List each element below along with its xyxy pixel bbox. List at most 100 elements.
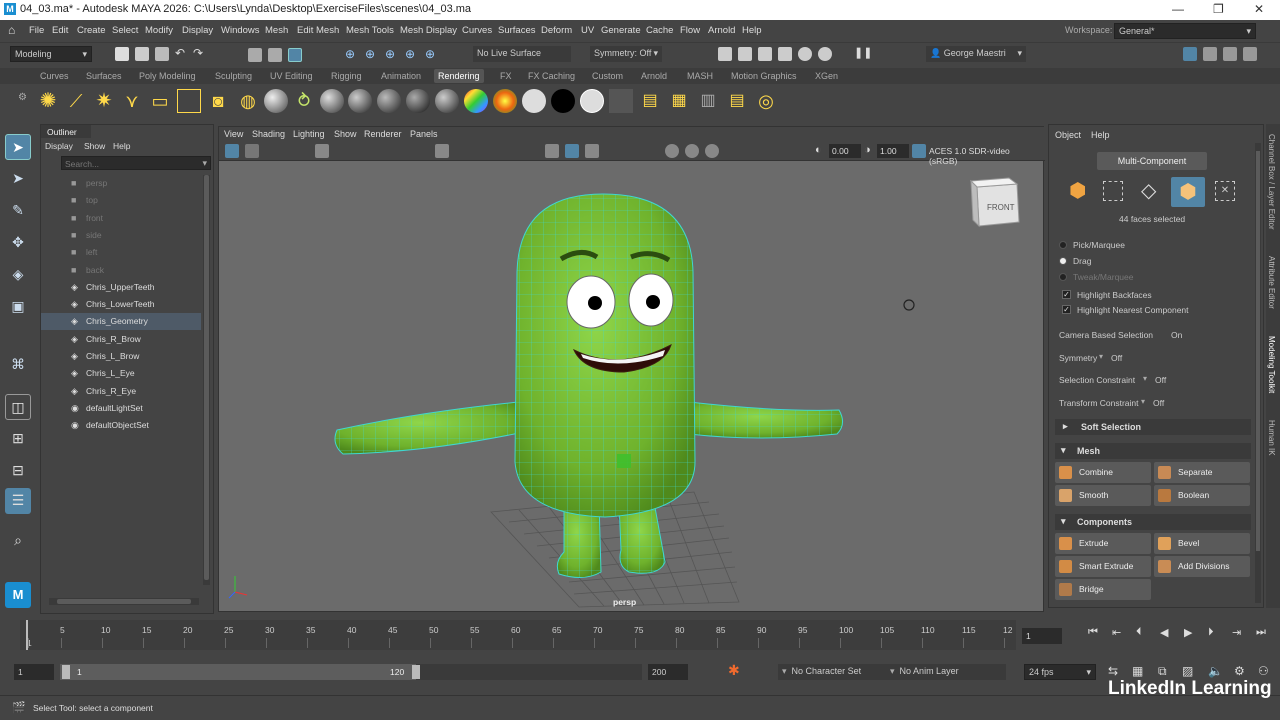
lambert-shader-icon[interactable]: ⥁ [292, 89, 316, 113]
prop-value[interactable]: Off [1111, 353, 1122, 363]
hypershade-icon[interactable] [798, 47, 812, 61]
save-scene-icon[interactable] [155, 47, 169, 61]
radio-pick-marquee[interactable] [1059, 241, 1067, 249]
symmetry-dropdown[interactable]: Symmetry: Off ▾ [590, 46, 662, 62]
checkbox-highlight-nearest-component[interactable]: ✓ [1062, 305, 1071, 314]
outliner-item-persp[interactable]: ■ persp [41, 175, 201, 192]
channel-box-toggle-icon[interactable] [1243, 47, 1257, 61]
mesh-header[interactable]: ▾ Mesh [1055, 443, 1251, 459]
prop-value[interactable]: On [1171, 330, 1182, 340]
outliner-item-defaultobjectset[interactable]: ◉ defaultObjectSet [41, 417, 201, 434]
outliner-item-front[interactable]: ■ front [41, 210, 201, 227]
spot-light-icon[interactable]: ⋎ [120, 89, 144, 113]
arnold-render-icon[interactable] [818, 47, 832, 61]
menu-edit-mesh[interactable]: Edit Mesh [297, 25, 339, 36]
outliner-item-chris_lowerteeth[interactable]: ◈ Chris_LowerTeeth [41, 296, 201, 313]
shelf-tab-custom[interactable]: Custom [592, 71, 623, 81]
shading-map-icon[interactable] [493, 89, 517, 113]
directional-light-icon[interactable]: ⟋ [64, 89, 88, 113]
menu-windows[interactable]: Windows [221, 25, 260, 36]
components-header[interactable]: ▾ Components [1055, 514, 1251, 530]
playhead[interactable] [26, 620, 28, 650]
rotate-tool-icon[interactable]: ◈ [5, 262, 31, 288]
toolkit-scrollbar[interactable] [1255, 143, 1261, 603]
shelf-tab-xgen[interactable]: XGen [815, 71, 838, 81]
bevel-button[interactable]: Bevel [1154, 533, 1250, 554]
exposure-field[interactable]: 0.00 [829, 144, 861, 158]
add-divisions-button[interactable]: Add Divisions [1154, 556, 1250, 577]
bake-icon[interactable]: ▨ [1182, 664, 1193, 678]
camera-aim-icon[interactable]: ◍ [236, 89, 260, 113]
ssao-icon[interactable] [685, 144, 699, 158]
radio-drag[interactable] [1059, 257, 1067, 265]
scale-tool-icon[interactable]: ▣ [5, 294, 31, 320]
outliner-menu-show[interactable]: Show [84, 141, 105, 151]
move-tool-icon[interactable]: ✥ [5, 230, 31, 256]
new-scene-icon[interactable] [115, 47, 129, 61]
select-tool-icon[interactable]: ➤ [5, 134, 31, 160]
outliner-item-side[interactable]: ■ side [41, 227, 201, 244]
prop-value[interactable]: Off [1153, 398, 1164, 408]
range-slider[interactable]: 1 120 [60, 664, 642, 680]
layout-outliner-icon[interactable]: ☰ [5, 488, 31, 514]
outliner-hscroll[interactable] [49, 598, 199, 605]
phong-shader-icon[interactable] [320, 89, 344, 113]
prop-value[interactable]: Off [1155, 375, 1166, 385]
undo-icon[interactable]: ↶ [175, 46, 185, 60]
animation-prefs-icon[interactable]: ⚇ [1258, 664, 1269, 678]
point-light-icon[interactable]: ✷ [92, 89, 116, 113]
combine-button[interactable]: Combine [1055, 462, 1151, 483]
menu-file[interactable]: File [29, 25, 44, 36]
shelf-tab-sculpting[interactable]: Sculpting [215, 71, 252, 81]
maya-home-icon[interactable]: M [5, 582, 31, 608]
outliner-item-chris_r_eye[interactable]: ◈ Chris_R_Eye [41, 383, 201, 400]
snap-grid-icon[interactable]: ⊕ [345, 47, 355, 61]
live-surface-field[interactable]: No Live Surface [473, 46, 571, 62]
outliner-item-chris_upperteeth[interactable]: ◈ Chris_UpperTeeth [41, 279, 201, 296]
search-icon[interactable]: ⌕ [5, 528, 31, 554]
ambient-light-icon[interactable]: ✺ [36, 89, 60, 113]
render-layer-icon[interactable]: ▤ [725, 89, 749, 113]
smooth-shade-icon[interactable] [545, 144, 559, 158]
side-tab-modeling-toolkit[interactable]: Modeling Toolkit [1267, 336, 1276, 393]
camera-select-icon[interactable] [225, 144, 239, 158]
chevron-down-icon[interactable]: ▾ [1141, 397, 1145, 406]
radio-tweak-marquee[interactable] [1059, 273, 1067, 281]
menu-mesh-tools[interactable]: Mesh Tools [346, 25, 394, 36]
viewport-menu-show[interactable]: Show [334, 129, 357, 139]
soft-selection-header[interactable]: ▸ Soft Selection [1055, 419, 1251, 435]
ramp-shader-icon[interactable] [435, 89, 459, 113]
snap-curve-icon[interactable]: ⊕ [365, 47, 375, 61]
select-object-icon[interactable] [268, 48, 282, 62]
shelf-tab-rendering[interactable]: Rendering [434, 69, 484, 83]
render-view-icon[interactable] [718, 47, 732, 61]
open-scene-icon[interactable] [135, 47, 149, 61]
bridge-button[interactable]: Bridge [1055, 579, 1151, 600]
anim-layer-dropdown[interactable]: ▾ No Anim Layer [886, 664, 1006, 680]
menu-generate[interactable]: Generate [601, 25, 641, 36]
home-icon[interactable]: ⌂ [8, 23, 15, 37]
extrude-button[interactable]: Extrude [1055, 533, 1151, 554]
layered-shader-icon[interactable] [406, 89, 430, 113]
surface-shader-icon[interactable] [464, 89, 488, 113]
grid-icon[interactable] [315, 144, 329, 158]
loop-icon[interactable]: ⇆ [1108, 664, 1118, 678]
viewport-menu-view[interactable]: View [224, 129, 243, 139]
outliner-item-chris_l_brow[interactable]: ◈ Chris_L_Brow [41, 348, 201, 365]
menu-help[interactable]: Help [742, 25, 762, 36]
vertex-mode-icon[interactable] [1103, 181, 1123, 201]
snap-point-icon[interactable]: ⊕ [385, 47, 395, 61]
anisotropic-shader-icon[interactable] [377, 89, 401, 113]
smart-extrude-button[interactable]: Smart Extrude [1055, 556, 1151, 577]
color-management-icon[interactable] [912, 144, 926, 158]
menu-modify[interactable]: Modify [145, 25, 173, 36]
black-shader-icon[interactable] [551, 89, 575, 113]
camera-attrs-icon[interactable] [245, 144, 259, 158]
checkbox-highlight-backfaces[interactable]: ✓ [1062, 290, 1071, 299]
shelf-tab-fx-caching[interactable]: FX Caching [528, 71, 575, 81]
uv-mode-icon[interactable]: ✕ [1215, 181, 1235, 201]
prefs-icon[interactable]: ⚙ [1234, 664, 1245, 678]
gamma-field[interactable]: 1.00 [877, 144, 909, 158]
menu-flow[interactable]: Flow [680, 25, 700, 36]
wireframe-icon[interactable] [435, 144, 449, 158]
